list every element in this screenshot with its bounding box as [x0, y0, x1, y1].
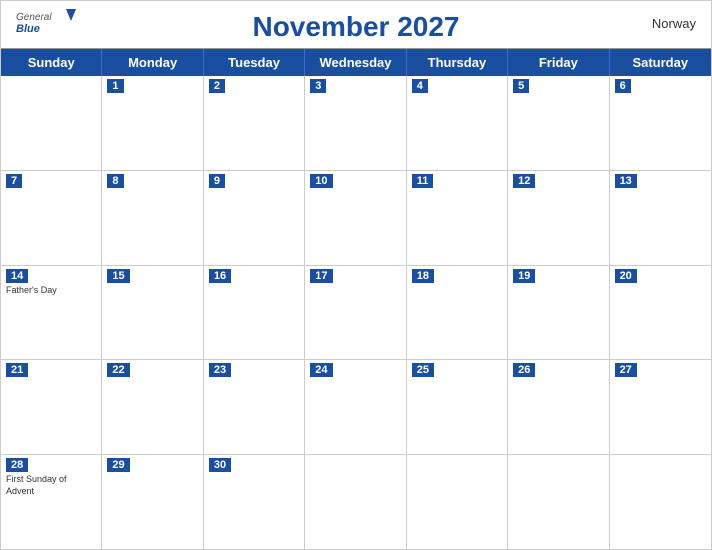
day-cell: 13 [610, 171, 711, 265]
day-headers-row: Sunday Monday Tuesday Wednesday Thursday… [1, 49, 711, 76]
day-cell: 23 [204, 360, 305, 454]
day-number: 0 [412, 458, 428, 472]
day-cell: 26 [508, 360, 609, 454]
country-label: Norway [652, 16, 696, 31]
day-cell: 6 [610, 76, 711, 170]
day-cell: 7 [1, 171, 102, 265]
weeks-container: 01234567891011121314Father's Day15161718… [1, 76, 711, 549]
day-cell: 1 [102, 76, 203, 170]
month-title: November 2027 [252, 11, 459, 43]
day-cell: 21 [1, 360, 102, 454]
day-cell: 25 [407, 360, 508, 454]
day-number: 25 [412, 363, 434, 377]
header-tuesday: Tuesday [204, 49, 305, 76]
svg-text:Blue: Blue [16, 23, 40, 35]
calendar-container: General Blue November 2027 Norway Sunday… [0, 0, 712, 550]
day-number: 23 [209, 363, 231, 377]
header-friday: Friday [508, 49, 609, 76]
day-cell: 12 [508, 171, 609, 265]
week-row-3: 21 22 23 24 25 26 27 [1, 360, 711, 455]
header-thursday: Thursday [407, 49, 508, 76]
day-cell: 20 [610, 266, 711, 360]
day-number: 20 [615, 269, 637, 283]
day-cell: 3 [305, 76, 406, 170]
header-saturday: Saturday [610, 49, 711, 76]
week-row-4: 28 First Sunday of Advent 29 30 0 0 0 0 [1, 455, 711, 549]
day-number: 21 [6, 363, 28, 377]
day-number: 6 [615, 79, 631, 93]
generalblue-logo: General Blue [16, 9, 76, 39]
day-number: 30 [209, 458, 231, 472]
day-cell: 19 [508, 266, 609, 360]
event-text: First Sunday of Advent [6, 474, 96, 497]
day-cell: 9 [204, 171, 305, 265]
day-cell: 22 [102, 360, 203, 454]
header-wednesday: Wednesday [305, 49, 406, 76]
day-cell: 0 [305, 455, 406, 549]
day-number: 8 [107, 174, 123, 188]
calendar-grid: Sunday Monday Tuesday Wednesday Thursday… [1, 48, 711, 549]
day-number: 27 [615, 363, 637, 377]
day-number: 7 [6, 174, 22, 188]
day-number: 15 [107, 269, 129, 283]
day-number: 26 [513, 363, 535, 377]
week-row-2: 14 Father's Day 15 16 17 18 19 20 [1, 266, 711, 361]
day-number: 2 [209, 79, 225, 93]
day-number: 11 [412, 174, 434, 188]
day-cell: 4 [407, 76, 508, 170]
day-cell: 28 First Sunday of Advent [1, 455, 102, 549]
day-number: 29 [107, 458, 129, 472]
day-number: 0 [310, 458, 326, 472]
day-cell: 15 [102, 266, 203, 360]
day-cell: 29 [102, 455, 203, 549]
day-number: 10 [310, 174, 332, 188]
day-number: 3 [310, 79, 326, 93]
day-number: 0 [615, 458, 631, 472]
day-cell: 27 [610, 360, 711, 454]
day-cell: 0 [407, 455, 508, 549]
event-text: Father's Day [6, 285, 96, 297]
day-cell: 0 [610, 455, 711, 549]
day-cell: 5 [508, 76, 609, 170]
calendar-header: General Blue November 2027 Norway [1, 1, 711, 48]
week-row-0: 0 1 2 3 4 5 6 [1, 76, 711, 171]
day-cell: 16 [204, 266, 305, 360]
day-cell: 8 [102, 171, 203, 265]
day-number: 9 [209, 174, 225, 188]
day-cell: 30 [204, 455, 305, 549]
day-number: 5 [513, 79, 529, 93]
day-number: 0 [513, 458, 529, 472]
day-number: 22 [107, 363, 129, 377]
day-cell: 2 [204, 76, 305, 170]
day-number: 0 [6, 79, 22, 93]
day-cell: 18 [407, 266, 508, 360]
week-row-1: 7 8 9 10 11 12 13 [1, 171, 711, 266]
header-sunday: Sunday [1, 49, 102, 76]
day-number: 18 [412, 269, 434, 283]
day-cell: 17 [305, 266, 406, 360]
header-monday: Monday [102, 49, 203, 76]
day-number: 17 [310, 269, 332, 283]
logo-area: General Blue [16, 9, 76, 39]
day-number: 12 [513, 174, 535, 188]
day-cell: 24 [305, 360, 406, 454]
day-number: 13 [615, 174, 637, 188]
day-number: 19 [513, 269, 535, 283]
day-number: 4 [412, 79, 428, 93]
day-cell: 0 [1, 76, 102, 170]
svg-text:General: General [16, 12, 52, 23]
day-number: 16 [209, 269, 231, 283]
day-number: 14 [6, 269, 28, 283]
day-number: 24 [310, 363, 332, 377]
day-number: 1 [107, 79, 123, 93]
day-number: 28 [6, 458, 28, 472]
day-cell: 10 [305, 171, 406, 265]
day-cell: 11 [407, 171, 508, 265]
day-cell: 0 [508, 455, 609, 549]
day-cell: 14 Father's Day [1, 266, 102, 360]
